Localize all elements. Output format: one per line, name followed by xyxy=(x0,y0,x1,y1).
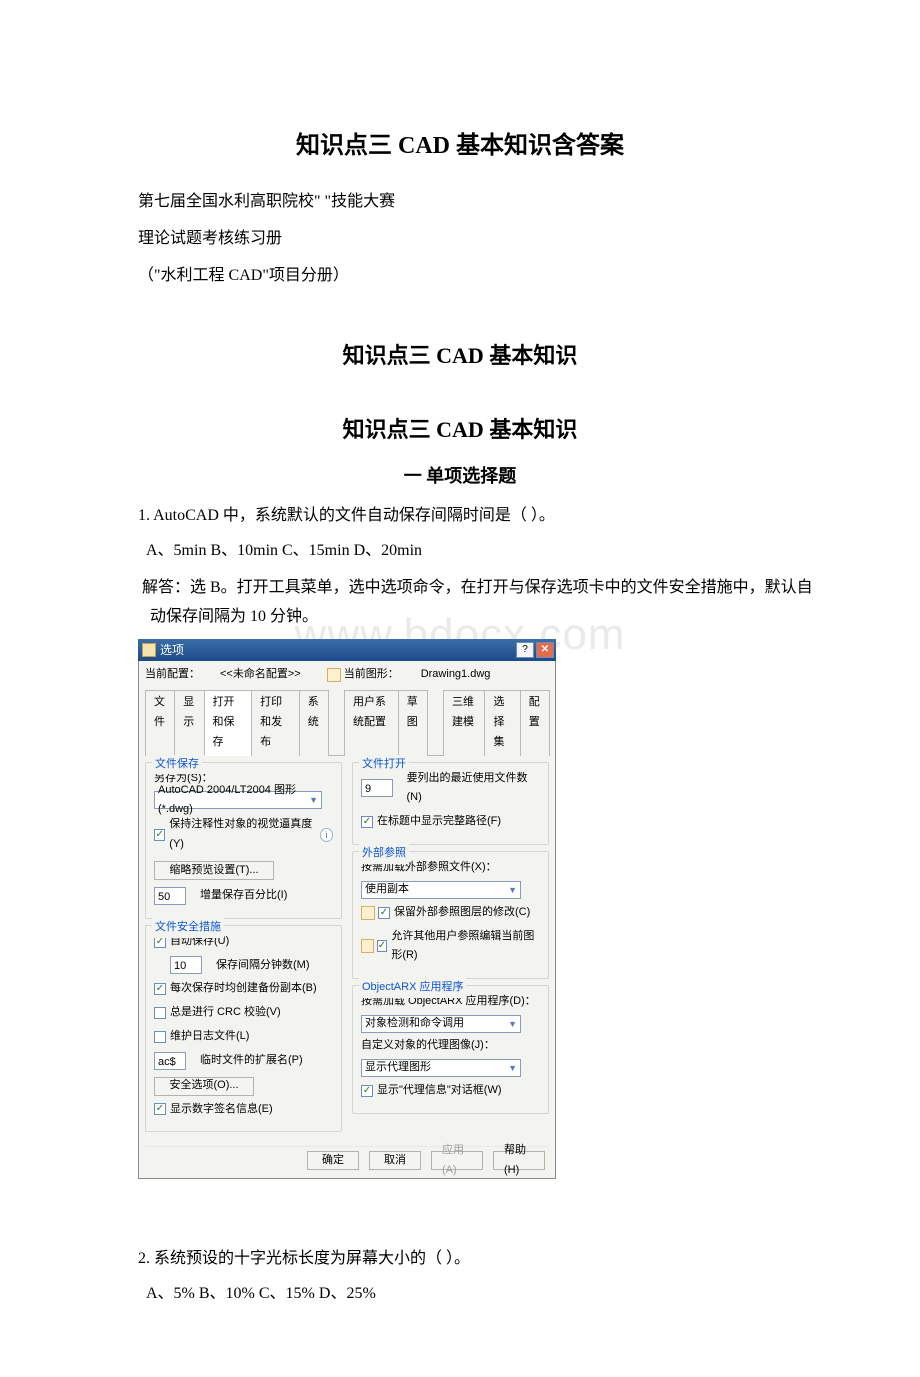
subtitle-2: 知识点三 CAD 基本知识 xyxy=(100,410,820,450)
group-file-safety: 文件安全措施 ✓ 自动保存(U) 10 保存间隔分钟数(M) ✓ 每次保存时均创… xyxy=(145,925,342,1133)
saveas-dropdown[interactable]: AutoCAD 2004/LT2004 图形 (*.dwg) ▼ xyxy=(154,791,322,809)
tab-system[interactable]: 系统 xyxy=(299,690,329,755)
digital-sig-label: 显示数字签名信息(E) xyxy=(170,1100,273,1120)
backup-label: 每次保存时均创建备份副本(B) xyxy=(170,979,317,999)
fullpath-checkbox[interactable]: ✓ xyxy=(361,816,373,828)
close-window-button[interactable]: ✕ xyxy=(536,642,554,658)
tab-plot-publish[interactable]: 打印和发布 xyxy=(251,690,300,755)
group-file-save: 文件保存 另存为(S)： AutoCAD 2004/LT2004 图形 (*.d… xyxy=(145,762,342,919)
tab-3d-modeling[interactable]: 三维建模 xyxy=(443,690,485,755)
recent-files-label: 要列出的最近使用文件数(N) xyxy=(407,769,540,809)
dialog-titlebar: 选项 ? ✕ xyxy=(138,639,556,661)
autosave-interval-input[interactable]: 10 xyxy=(170,956,202,974)
fullpath-label: 在标题中显示完整路径(F) xyxy=(377,812,501,832)
group-file-save-title: 文件保存 xyxy=(152,755,202,775)
drawing-icon xyxy=(327,668,341,682)
group-xref-title: 外部参照 xyxy=(359,844,409,864)
current-drawing-value: Drawing1.dwg xyxy=(421,665,491,685)
tab-drafting[interactable]: 草图 xyxy=(398,690,428,755)
intro-line-1: 第七届全国水利高职院校" "技能大赛 xyxy=(138,188,820,217)
logfile-label: 维护日志文件(L) xyxy=(170,1027,249,1047)
group-xref: 外部参照 按需加载外部参照文件(X)： 使用副本 ▼ ✓ 保留外部参照图层的修改… xyxy=(352,851,549,979)
current-config-label: 当前配置： xyxy=(145,665,200,685)
saveas-value: AutoCAD 2004/LT2004 图形 (*.dwg) xyxy=(158,781,309,821)
xref-load-dropdown[interactable]: 使用副本 ▼ xyxy=(361,881,521,899)
help-window-button[interactable]: ? xyxy=(516,642,534,658)
chevron-down-icon: ▼ xyxy=(508,1060,517,1076)
chevron-down-icon: ▼ xyxy=(508,1016,517,1032)
show-proxy-dialog-checkbox[interactable]: ✓ xyxy=(361,1085,373,1097)
tab-profiles[interactable]: 配置 xyxy=(520,690,550,755)
allow-xref-edit-checkbox[interactable]: ✓ xyxy=(377,940,388,952)
question-1-text: 1. AutoCAD 中，系统默认的文件自动保存间隔时间是（ ）。 xyxy=(138,502,820,531)
ok-button[interactable]: 确定 xyxy=(307,1151,359,1170)
temp-ext-input[interactable]: ac$ xyxy=(154,1052,186,1070)
annot-fidelity-checkbox[interactable]: ✓ xyxy=(154,829,165,841)
page-title: 知识点三 CAD 基本知识含答案 xyxy=(100,125,820,168)
backup-checkbox[interactable]: ✓ xyxy=(154,983,166,995)
group-objectarx-title: ObjectARX 应用程序 xyxy=(359,978,466,998)
arx-load-dropdown[interactable]: 对象检测和命令调用 ▼ xyxy=(361,1015,521,1033)
question-1-answer: 解答：选 B。打开工具菜单，选中选项命令，在打开与保存选项卡中的文件安全措施中，… xyxy=(150,574,820,632)
allow-xref-edit-label: 允许其他用户参照编辑当前图形(R) xyxy=(391,927,540,967)
tab-display[interactable]: 显示 xyxy=(174,690,204,755)
incremental-save-label: 增量保存百分比(I) xyxy=(200,886,287,906)
group-file-open-title: 文件打开 xyxy=(359,755,409,775)
logfile-checkbox[interactable] xyxy=(154,1031,166,1043)
info-icon[interactable]: i xyxy=(320,828,333,842)
subtitle-1: 知识点三 CAD 基本知识 xyxy=(100,336,820,376)
crc-checkbox[interactable] xyxy=(154,1007,166,1019)
proxy-image-label: 自定义对象的代理图像(J)： xyxy=(361,1036,540,1056)
temp-ext-label: 临时文件的扩展名(P) xyxy=(200,1051,303,1071)
question-2-text: 2. 系统预设的十字光标长度为屏幕大小的（ ）。 xyxy=(138,1245,820,1274)
autosave-interval-label: 保存间隔分钟数(M) xyxy=(216,956,310,976)
drawing-icon xyxy=(361,906,375,920)
cancel-button[interactable]: 取消 xyxy=(369,1151,421,1170)
apply-button[interactable]: 应用(A) xyxy=(431,1151,483,1170)
proxy-image-value: 显示代理图形 xyxy=(365,1058,431,1078)
group-file-open: 文件打开 9 要列出的最近使用文件数(N) ✓ 在标题中显示完整路径(F) xyxy=(352,762,549,845)
intro-line-3: （"水利工程 CAD"项目分册） xyxy=(138,262,820,291)
digital-sig-checkbox[interactable]: ✓ xyxy=(154,1103,166,1115)
proxy-image-dropdown[interactable]: 显示代理图形 ▼ xyxy=(361,1059,521,1077)
recent-files-input[interactable]: 9 xyxy=(361,779,393,797)
arx-load-value: 对象检测和命令调用 xyxy=(365,1014,464,1034)
keep-xref-layer-label: 保留外部参照图层的修改(C) xyxy=(394,903,530,923)
options-dialog: 选项 ? ✕ 当前配置： <<未命名配置>> 当前图形： Drawing1.dw… xyxy=(138,639,556,1179)
current-config-value: <<未命名配置>> xyxy=(220,665,301,685)
thumbnail-settings-button[interactable]: 缩略预览设置(T)... xyxy=(154,861,274,880)
tab-bar: 文件 显示 打开和保存 打印和发布 系统 用户系统配置 草图 三维建模 选择集 … xyxy=(145,689,549,755)
dialog-title-text: 选项 xyxy=(160,640,184,662)
group-objectarx: ObjectARX 应用程序 按需加载 ObjectARX 应用程序(D)： 对… xyxy=(352,985,549,1113)
incremental-save-input[interactable]: 50 xyxy=(154,887,186,905)
tab-selection[interactable]: 选择集 xyxy=(484,690,520,755)
current-drawing-label: 当前图形： xyxy=(344,665,399,685)
security-options-button[interactable]: 安全选项(O)... xyxy=(154,1077,254,1096)
tab-user-prefs[interactable]: 用户系统配置 xyxy=(344,690,399,755)
question-1-options: A、5min B、10min C、15min D、20min xyxy=(146,537,820,566)
keep-xref-layer-checkbox[interactable]: ✓ xyxy=(378,907,390,919)
chevron-down-icon: ▼ xyxy=(508,882,517,898)
drawing-icon xyxy=(361,939,374,953)
annot-fidelity-label: 保持注释性对象的视觉逼真度(Y) xyxy=(169,815,316,855)
help-button[interactable]: 帮助(H) xyxy=(493,1151,545,1170)
intro-line-2: 理论试题考核练习册 xyxy=(138,225,820,254)
show-proxy-dialog-label: 显示"代理信息"对话框(W) xyxy=(377,1081,502,1101)
tab-open-save[interactable]: 打开和保存 xyxy=(204,690,253,755)
chevron-down-icon: ▼ xyxy=(309,792,318,808)
tab-file[interactable]: 文件 xyxy=(145,690,175,755)
crc-label: 总是进行 CRC 校验(V) xyxy=(170,1003,281,1023)
section-header-mcq: 一 单项选择题 xyxy=(100,460,820,492)
xref-load-value: 使用副本 xyxy=(365,880,409,900)
question-2-options: A、5% B、10% C、15% D、25% xyxy=(146,1280,820,1309)
dialog-title-icon xyxy=(142,643,156,657)
group-file-safety-title: 文件安全措施 xyxy=(152,918,224,938)
